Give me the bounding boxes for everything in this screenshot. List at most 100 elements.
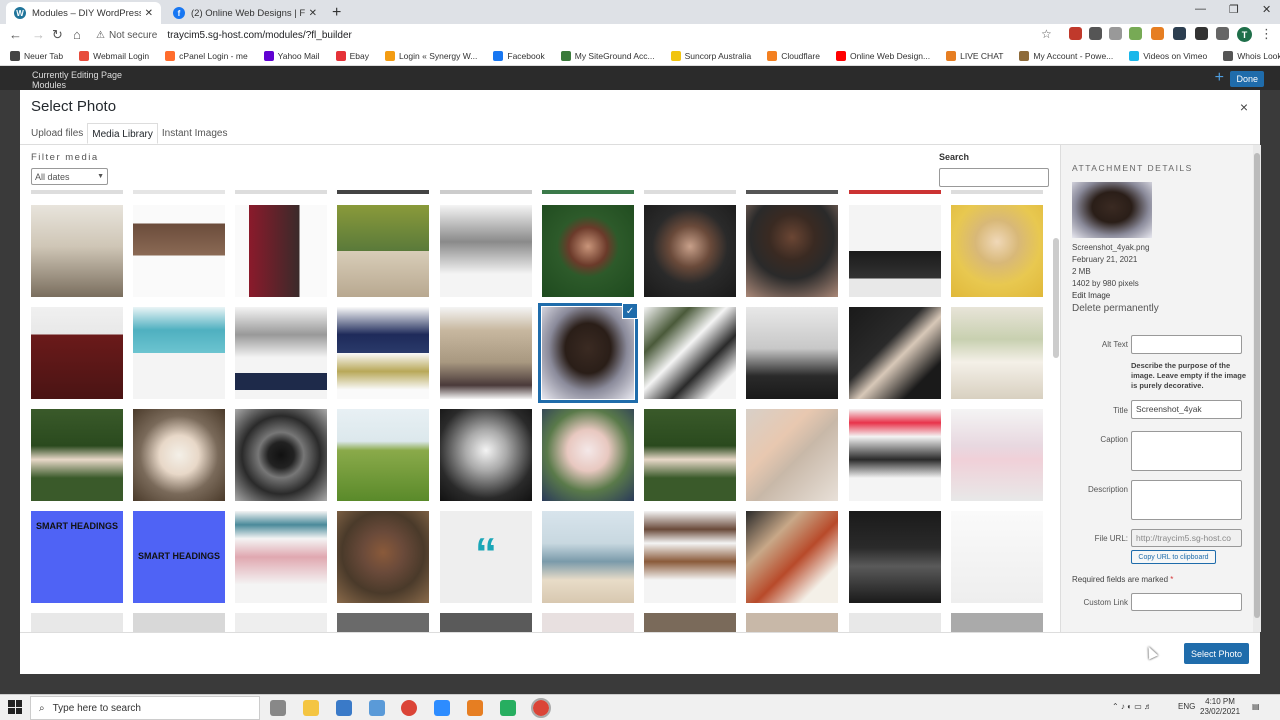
bookmark-item[interactable]: Webmail Login [79,50,149,61]
bookmark-item[interactable]: LIVE CHAT [946,50,1003,61]
chrome-active-icon[interactable] [531,698,551,718]
bookmark-item[interactable]: My Account - Powe... [1019,50,1113,61]
media-thumbnail[interactable] [133,409,225,501]
file-explorer-icon[interactable] [303,700,319,716]
media-thumbnail[interactable] [440,409,532,501]
media-thumbnail[interactable] [542,205,634,297]
media-thumbnail[interactable] [746,205,838,297]
close-tab-icon[interactable]: ✕ [145,8,153,19]
system-clock[interactable]: 4:10 PM 23/02/2021 [1200,697,1240,717]
extension-icon[interactable] [1151,27,1164,40]
camera-icon[interactable] [1109,27,1122,40]
media-thumbnail[interactable] [31,307,123,399]
media-thumbnail[interactable] [31,190,123,194]
bookmark-item[interactable]: Facebook [493,50,545,61]
select-photo-button[interactable]: Select Photo [1184,643,1249,664]
media-thumbnail[interactable] [235,205,327,297]
media-thumbnail[interactable] [133,205,225,297]
browser-tab-facebook[interactable]: f (2) Online Web Designs | Facebo ✕ [165,2,325,24]
media-thumbnail[interactable] [440,613,532,632]
media-thumbnail[interactable] [951,613,1043,632]
restore-button[interactable]: ❐ [1229,3,1239,16]
reload-icon[interactable]: ↻ [52,27,63,43]
address-bar[interactable]: ⚠ Not secure traycim5.sg-host.com/module… [96,26,1056,44]
task-view-icon[interactable] [270,700,286,716]
bookmark-item[interactable]: Suncorp Australia [670,50,751,61]
back-icon[interactable]: ← [9,27,22,42]
media-thumbnail[interactable] [849,205,941,297]
sidebar-scrollbar[interactable] [1253,145,1261,632]
edit-image-link[interactable]: Edit Image [1072,290,1159,302]
media-thumbnail[interactable] [133,613,225,632]
media-thumbnail[interactable] [849,511,941,603]
media-thumbnail[interactable]: “ [440,511,532,603]
media-thumbnail[interactable] [337,205,429,297]
notification-icon[interactable]: ▤ [1252,702,1260,711]
description-textarea[interactable] [1131,480,1242,520]
zoom-icon[interactable] [434,700,450,716]
media-thumbnail[interactable] [235,307,327,399]
add-content-icon[interactable]: + [1215,69,1224,87]
media-thumbnail[interactable] [849,307,941,399]
bookmark-item[interactable]: Ebay [335,50,369,61]
app-icon[interactable] [467,700,483,716]
media-thumbnail[interactable]: SMART HEADINGS [133,511,225,603]
media-thumbnail[interactable] [235,613,327,632]
language-indicator[interactable]: ENG [1178,702,1195,711]
tab-upload-files[interactable]: Upload files [27,123,87,144]
taskbar-search[interactable]: ⌕ Type here to search [30,696,260,720]
media-thumbnail[interactable] [440,190,532,194]
media-thumbnail[interactable] [951,409,1043,501]
bookmark-item[interactable]: Whois Lookup, [1223,50,1280,61]
puzzle-icon[interactable] [1216,27,1229,40]
copy-url-button[interactable]: Copy URL to clipboard [1131,550,1216,564]
checkmark-icon[interactable]: ✓ [622,303,638,319]
profile-avatar[interactable]: T [1237,27,1252,42]
media-thumbnail[interactable] [951,307,1043,399]
minimize-button[interactable]: — [1195,3,1206,15]
media-thumbnail[interactable] [951,511,1043,603]
media-thumbnail[interactable] [849,190,941,194]
tray-icons[interactable]: ⌃ ♪ ◐ ▭ ♬ [1112,702,1152,711]
media-thumbnail[interactable] [849,409,941,501]
media-thumbnail[interactable] [235,190,327,194]
new-tab-button[interactable]: + [332,4,341,22]
extension-icon[interactable] [1129,27,1142,40]
media-thumbnail[interactable] [235,511,327,603]
bookmark-item[interactable]: Yahoo Mail [263,50,320,61]
media-thumbnail[interactable] [337,511,429,603]
search-input[interactable] [939,168,1049,187]
calculator-icon[interactable] [336,700,352,716]
media-thumbnail-selected[interactable] [538,303,638,403]
media-thumbnail[interactable] [542,613,634,632]
media-thumbnail[interactable] [542,409,634,501]
media-thumbnail[interactable] [133,190,225,194]
bookmark-item[interactable]: My SiteGround Acc... [560,50,655,61]
media-thumbnail[interactable] [133,307,225,399]
media-thumbnail[interactable] [644,409,736,501]
media-thumbnail[interactable] [746,307,838,399]
close-icon[interactable]: × [1240,99,1248,115]
media-thumbnail[interactable]: SMART HEADINGS [31,511,123,603]
media-thumbnail[interactable] [644,511,736,603]
close-tab-icon[interactable]: ✕ [309,8,317,19]
media-thumbnail[interactable] [31,409,123,501]
date-filter-select[interactable]: All dates ▼ [31,168,108,185]
bookmark-item[interactable]: Cloudflare [767,50,820,61]
media-thumbnail[interactable] [31,205,123,297]
delete-permanently-link[interactable]: Delete permanently [1072,303,1159,315]
media-thumbnail[interactable] [337,409,429,501]
bookmark-item[interactable]: Videos on Vimeo [1129,50,1207,61]
tab-media-library[interactable]: Media Library [87,123,158,144]
bookmark-item[interactable]: Online Web Design... [835,50,930,61]
title-input[interactable]: Screenshot_4yak [1131,400,1242,419]
extension-icon[interactable] [1089,27,1102,40]
bookmark-item[interactable]: cPanel Login - me [165,50,248,61]
media-thumbnail[interactable] [644,190,736,194]
sidebar-scrollbar-thumb[interactable] [1254,153,1260,618]
home-icon[interactable]: ⌂ [73,27,81,42]
chrome-icon[interactable] [401,700,417,716]
media-thumbnail[interactable] [746,409,838,501]
grid-scrollbar[interactable] [1053,238,1059,358]
extension-icon[interactable] [1173,27,1186,40]
